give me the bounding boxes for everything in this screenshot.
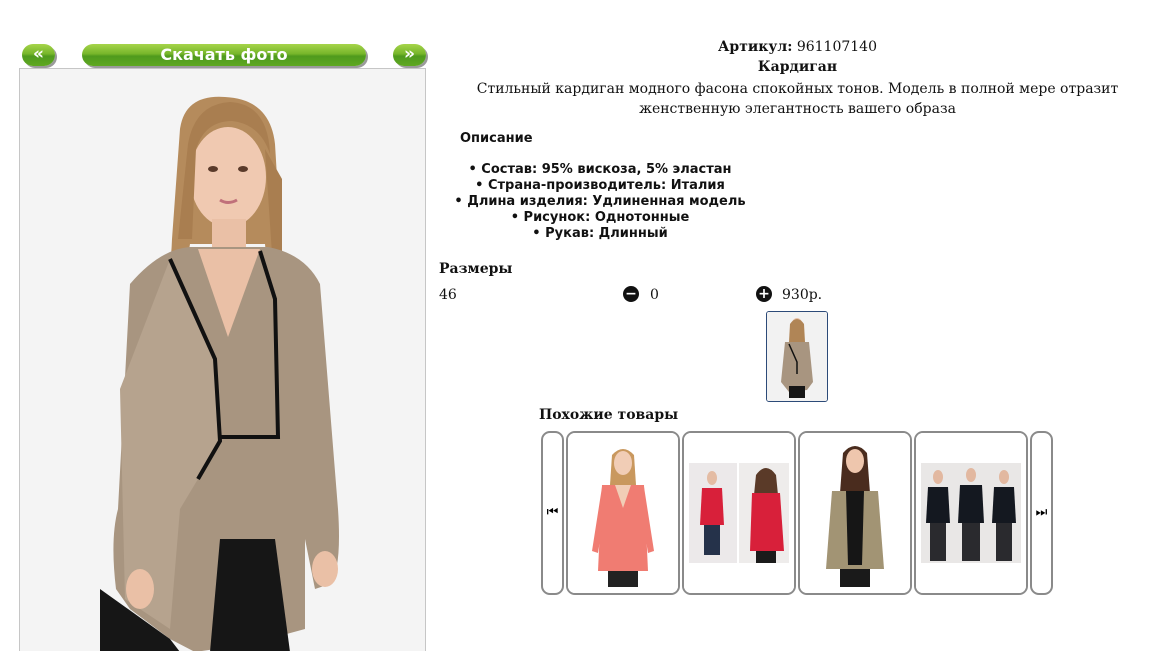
- similar-product-card[interactable]: [914, 431, 1028, 595]
- similar-product-card[interactable]: [798, 431, 912, 595]
- prev-photo-button[interactable]: «: [22, 44, 55, 66]
- article-value: 961107140: [796, 39, 877, 55]
- khaki-cardigan-photo: [800, 433, 910, 593]
- spec-item: Длина изделия: Удлиненная модель: [440, 194, 760, 210]
- similar-product-card[interactable]: [566, 431, 680, 595]
- carousel-prev-button[interactable]: ⏮: [541, 431, 564, 595]
- black-sweater-photo: [916, 433, 1026, 593]
- plus-icon: +: [758, 286, 770, 302]
- spec-item: Состав: 95% вискоза, 5% эластан: [440, 162, 760, 178]
- description-heading: Описание: [460, 131, 533, 146]
- spec-item: Страна-производитель: Италия: [440, 178, 760, 194]
- article-label: Артикул:: [718, 39, 793, 55]
- pink-cardigan-photo: [568, 433, 678, 593]
- product-name: Кардиган: [757, 59, 838, 75]
- similar-product-card[interactable]: [682, 431, 796, 595]
- spec-item: Рисунок: Однотонные: [440, 210, 760, 226]
- similar-products-heading: Похожие товары: [539, 407, 679, 423]
- product-thumbnail[interactable]: [766, 311, 828, 402]
- spec-list: Состав: 95% вискоза, 5% эластан Страна-п…: [440, 162, 760, 242]
- download-photo-button[interactable]: Скачать фото: [82, 44, 366, 66]
- increase-quantity-button[interactable]: +: [756, 286, 772, 302]
- article-line: Артикул: 961107140: [440, 39, 1155, 55]
- size-value: 46: [439, 287, 457, 303]
- next-photo-button[interactable]: »: [393, 44, 426, 66]
- carousel-next-button[interactable]: ⏭: [1030, 431, 1053, 595]
- minus-icon: −: [625, 286, 637, 302]
- spec-item: Рукав: Длинный: [440, 226, 760, 242]
- red-sweater-photo: [684, 433, 794, 593]
- sizes-heading: Размеры: [439, 261, 513, 277]
- quantity-value: 0: [650, 287, 659, 303]
- product-description: Стильный кардиган модного фасона спокойн…: [476, 81, 1119, 117]
- decrease-quantity-button[interactable]: −: [623, 286, 639, 302]
- skip-next-icon: ⏭: [1035, 505, 1048, 520]
- main-product-photo: [19, 68, 426, 651]
- skip-previous-icon: ⏮: [546, 505, 559, 520]
- size-price: 930р.: [782, 287, 823, 303]
